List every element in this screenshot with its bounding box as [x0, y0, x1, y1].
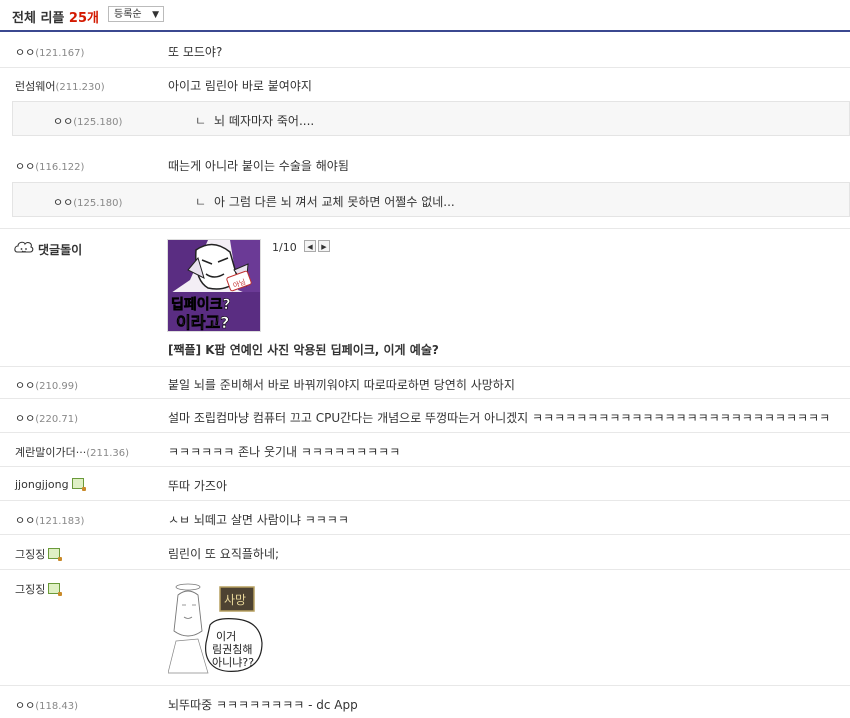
comment-row: 그징징: [0, 570, 850, 686]
ad-next-button[interactable]: ▶: [318, 240, 330, 252]
ad-thumbnail-art: 아님 딥페이크? 이라고?: [168, 240, 260, 332]
comment-author[interactable]: 그징징: [15, 546, 63, 562]
comment-text: 또 모드야?: [168, 45, 223, 59]
comment-text: ㅅㅂ 뇌떼고 살면 사람이냐 ㅋㅋㅋㅋ: [168, 513, 349, 527]
comment-row: ㅇㅇ(210.99) 붙일 뇌를 준비해서 바로 바꿔끼워야지 따로따로하면 당…: [0, 367, 850, 399]
reply-row: ㅇㅇ(125.180) ㄴ아 그럼 다른 뇌 껴서 교체 못하면 어쩔수 없네.…: [12, 182, 850, 217]
comment-text: ㅋㅋㅋㅋㅋㅋ 존나 웃기내 ㅋㅋㅋㅋㅋㅋㅋㅋㅋ: [168, 445, 401, 459]
chevron-down-icon: ▼: [152, 10, 159, 20]
comments-header: 전체 리플 25개 등록순 ▼: [0, 0, 850, 32]
sticker-bubble-text: 이거: [216, 630, 236, 643]
ad-headline-link[interactable]: [짹플] K팝 연예인 사진 악용된 딥페이크, 이게 예술?: [168, 341, 439, 358]
comment-text: 뇌뚜따중 ㅋㅋㅋㅋㅋㅋㅋㅋ - dc App: [168, 698, 358, 712]
comment-text: 때는게 아니라 붙이는 수술을 해야됨: [168, 159, 349, 173]
reply-arrow-icon: ㄴ: [195, 114, 207, 128]
reply-text: ㄴ뇌 떼자마자 죽어....: [195, 114, 315, 128]
gallog-icon[interactable]: [71, 478, 86, 491]
comment-count-title: 전체 리플 25개: [12, 7, 99, 26]
comment-author[interactable]: ㅇㅇ(125.180): [53, 113, 122, 129]
ad-headline-tag: [짹플]: [168, 343, 202, 357]
comment-author[interactable]: ㅇㅇ(121.167): [15, 44, 84, 60]
comment-text: 붙일 뇌를 준비해서 바로 바꿔끼워야지 따로따로하면 당연히 사망하지: [168, 378, 515, 392]
sticker-bubble-text: 림권침해: [212, 642, 252, 656]
comment-author[interactable]: 그징징: [15, 581, 63, 597]
comment-author[interactable]: jjongjjong: [15, 478, 86, 491]
dcbot-label: 댓글돌이: [38, 243, 83, 257]
gallog-icon[interactable]: [48, 548, 63, 561]
comment-text: 설마 조립컴마냥 컴퓨터 끄고 CPU간다는 개념으로 뚜껑따는거 아니겠지 ㅋ…: [168, 411, 831, 425]
gallog-icon[interactable]: [48, 583, 63, 596]
comment-author[interactable]: ㅇㅇ(116.122): [15, 158, 84, 174]
comment-row: ㅇㅇ(220.71) 설마 조립컴마냥 컴퓨터 끄고 CPU간다는 개념으로 뚜…: [0, 399, 850, 433]
comment-text: 아이고 림린아 바로 붙여야지: [168, 79, 312, 93]
comment-row: 계란말이가더···(211.36) ㅋㅋㅋㅋㅋㅋ 존나 웃기내 ㅋㅋㅋㅋㅋㅋㅋㅋ…: [0, 433, 850, 467]
comment-author[interactable]: ㅇㅇ(118.43): [15, 697, 78, 713]
comment-row: ㅇㅇ(121.183) ㅅㅂ 뇌떼고 살면 사람이냐 ㅋㅋㅋㅋ: [0, 501, 850, 535]
ad-prev-button[interactable]: ◀: [304, 240, 316, 252]
chat-bot-icon: [14, 241, 34, 253]
comment-row: ㅇㅇ(118.43) 뇌뚜따중 ㅋㅋㅋㅋㅋㅋㅋㅋ - dc App: [0, 686, 850, 718]
comment-count: 25개: [68, 11, 99, 26]
reply-text: ㄴ아 그럼 다른 뇌 껴서 교체 못하면 어쩔수 없네...: [195, 195, 455, 209]
reply-row: ㅇㅇ(125.180) ㄴ뇌 떼자마자 죽어....: [12, 101, 850, 136]
comment-image: 사망 이거 림권침해 아니냐??: [167, 581, 268, 677]
comment-title-label: 전체 리플: [12, 11, 65, 26]
comment-author[interactable]: ㅇㅇ(125.180): [53, 194, 122, 210]
comment-author[interactable]: ㅇㅇ(220.71): [15, 410, 78, 426]
comment-row: ㅇㅇ(121.167) 또 모드야?: [0, 34, 850, 68]
comment-row: jjongjjong 뚜따 가즈아: [0, 467, 850, 501]
comment-row: ㅇㅇ(116.122) 때는게 아니라 붙이는 수술을 해야됨: [0, 148, 850, 182]
ad-headline-text: K팝 연예인 사진 악용된 딥페이크, 이게 예술?: [205, 343, 439, 357]
ad-thumb-text: 이라고?: [176, 313, 229, 332]
ad-pagination: 1/10: [272, 241, 297, 254]
ad-thumb-text: 딥페이크?: [171, 296, 231, 313]
sticker-sign-text: 사망: [224, 593, 246, 607]
comment-author[interactable]: ㅇㅇ(210.99): [15, 377, 78, 393]
sticker-bubble-text: 아니냐??: [212, 656, 254, 669]
comment-row: 런섬웨어(211.230) 아이고 림린아 바로 붙여야지: [0, 68, 850, 100]
reply-arrow-icon: ㄴ: [195, 195, 207, 209]
comment-text: 림린이 또 요직플하네;: [168, 547, 280, 561]
comment-author[interactable]: 런섬웨어(211.230): [15, 78, 105, 94]
sort-select[interactable]: 등록순 ▼: [108, 6, 164, 22]
comment-author[interactable]: ㅇㅇ(121.183): [15, 512, 84, 528]
dccon-sticker: 사망 이거 림권침해 아니냐??: [167, 583, 263, 674]
comment-text: 뚜따 가즈아: [168, 479, 228, 493]
comment-row: 그징징 림린이 또 요직플하네;: [0, 535, 850, 570]
sort-select-value: 등록순: [114, 9, 142, 20]
comment-author[interactable]: 계란말이가더···(211.36): [15, 444, 129, 460]
divider: [0, 228, 850, 229]
ad-thumbnail[interactable]: 아님 딥페이크? 이라고?: [167, 239, 261, 332]
